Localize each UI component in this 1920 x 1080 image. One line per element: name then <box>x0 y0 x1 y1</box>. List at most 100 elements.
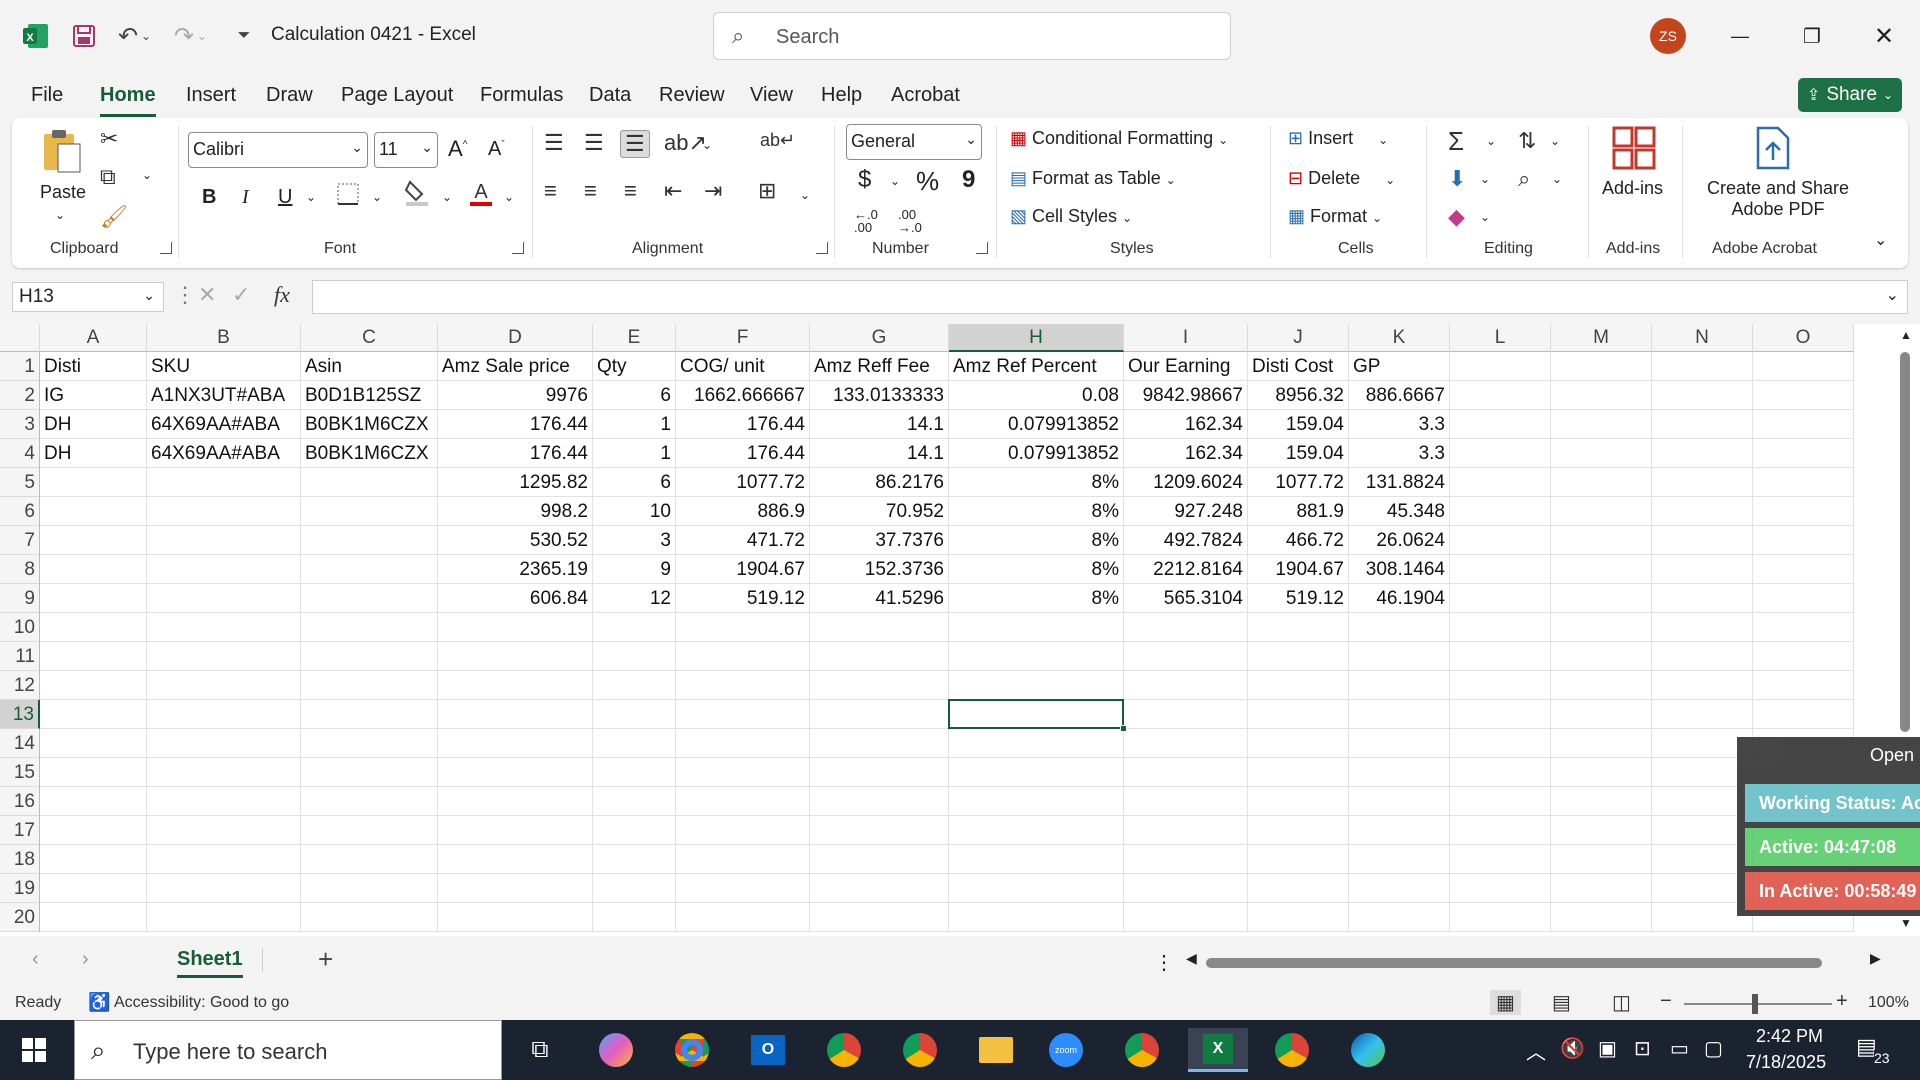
zoom-in-icon[interactable]: + <box>1836 990 1848 1013</box>
cell-l4[interactable] <box>1450 439 1551 468</box>
comma-style-button[interactable]: 9 <box>962 166 975 194</box>
cell-j6[interactable]: 881.9 <box>1248 497 1349 526</box>
chevron-down-icon[interactable]: ⌄ <box>306 190 316 204</box>
align-right-icon[interactable]: ≡ <box>624 178 637 204</box>
cell-a13[interactable] <box>40 700 147 729</box>
row-header-5[interactable]: 5 <box>0 468 40 497</box>
column-header-m[interactable]: M <box>1551 324 1652 352</box>
clear-icon[interactable]: ◆ <box>1448 204 1465 230</box>
cell-i16[interactable] <box>1124 787 1248 816</box>
chevron-down-icon[interactable]: ⌄ <box>1480 172 1490 186</box>
cell-g20[interactable] <box>810 903 949 932</box>
battery-icon[interactable]: ▭ <box>1670 1036 1689 1061</box>
search-input[interactable]: ⌕ Search <box>713 12 1231 60</box>
cell-l10[interactable] <box>1450 613 1551 642</box>
page-layout-view-icon[interactable]: ▤ <box>1552 990 1571 1015</box>
cell-e17[interactable] <box>593 816 676 845</box>
cell-n9[interactable] <box>1652 584 1753 613</box>
cell-h15[interactable] <box>949 758 1124 787</box>
align-middle-icon[interactable]: ☰ <box>584 130 604 156</box>
cell-a9[interactable] <box>40 584 147 613</box>
cell-d3[interactable]: 176.44 <box>438 410 593 439</box>
cell-c1[interactable]: Asin <box>301 352 438 381</box>
cell-h8[interactable]: 8% <box>949 555 1124 584</box>
cell-j2[interactable]: 8956.32 <box>1248 381 1349 410</box>
cell-e18[interactable] <box>593 845 676 874</box>
chrome-icon[interactable] <box>820 1028 868 1072</box>
sort-filter-icon[interactable]: ⇅ <box>1518 128 1536 154</box>
chevron-down-icon[interactable]: ⌄ <box>442 190 452 204</box>
cell-m8[interactable] <box>1551 555 1652 584</box>
cell-g13[interactable] <box>810 700 949 729</box>
cell-o2[interactable] <box>1753 381 1854 410</box>
cell-g10[interactable] <box>810 613 949 642</box>
cell-l9[interactable] <box>1450 584 1551 613</box>
customize-qat-icon[interactable]: ⏷ <box>226 18 262 54</box>
font-color-icon[interactable]: A <box>468 178 494 214</box>
cell-a15[interactable] <box>40 758 147 787</box>
cell-g12[interactable] <box>810 671 949 700</box>
cell-l16[interactable] <box>1450 787 1551 816</box>
chevron-down-icon[interactable]: ⌄ <box>372 190 382 204</box>
cell-m14[interactable] <box>1551 729 1652 758</box>
scroll-down-icon[interactable]: ▼ <box>1900 916 1912 930</box>
cell-m19[interactable] <box>1551 874 1652 903</box>
cell-d13[interactable] <box>438 700 593 729</box>
cell-b14[interactable] <box>147 729 301 758</box>
cell-j1[interactable]: Disti Cost <box>1248 352 1349 381</box>
percent-button[interactable]: % <box>916 166 939 197</box>
cell-b20[interactable] <box>147 903 301 932</box>
zoom-level[interactable]: 100% <box>1868 994 1909 1012</box>
cell-l7[interactable] <box>1450 526 1551 555</box>
format-painter-icon[interactable]: 🖌 <box>100 204 128 230</box>
column-header-l[interactable]: L <box>1450 324 1551 352</box>
row-header-14[interactable]: 14 <box>0 729 40 758</box>
cell-d7[interactable]: 530.52 <box>438 526 593 555</box>
cell-d8[interactable]: 2365.19 <box>438 555 593 584</box>
cell-b18[interactable] <box>147 845 301 874</box>
cancel-icon[interactable]: ✕ <box>198 282 216 308</box>
chevron-down-icon[interactable]: ⌄ <box>142 168 152 182</box>
cell-d10[interactable] <box>438 613 593 642</box>
chevron-down-icon[interactable]: ⌄ <box>1552 172 1562 186</box>
cell-j13[interactable] <box>1248 700 1349 729</box>
cell-o9[interactable] <box>1753 584 1854 613</box>
prev-sheet-icon[interactable]: ‹ <box>32 948 39 971</box>
cell-i20[interactable] <box>1124 903 1248 932</box>
tab-home[interactable]: Home <box>100 84 156 117</box>
column-header-i[interactable]: I <box>1124 324 1248 352</box>
cell-n11[interactable] <box>1652 642 1753 671</box>
cell-a7[interactable] <box>40 526 147 555</box>
chevron-down-icon[interactable]: ⌄ <box>1480 210 1490 224</box>
cell-h13[interactable] <box>949 700 1124 729</box>
file-explorer-icon[interactable] <box>972 1028 1020 1072</box>
scroll-up-icon[interactable]: ▲ <box>1900 328 1912 342</box>
paste-label[interactable]: Paste <box>40 182 86 203</box>
tab-review[interactable]: Review <box>659 84 725 107</box>
cell-h12[interactable] <box>949 671 1124 700</box>
cell-c18[interactable] <box>301 845 438 874</box>
cell-e19[interactable] <box>593 874 676 903</box>
align-center-icon[interactable]: ≡ <box>584 178 597 204</box>
chrome-icon[interactable] <box>896 1028 944 1072</box>
cell-n5[interactable] <box>1652 468 1753 497</box>
cell-n4[interactable] <box>1652 439 1753 468</box>
cell-k20[interactable] <box>1349 903 1450 932</box>
cell-m9[interactable] <box>1551 584 1652 613</box>
cell-o13[interactable] <box>1753 700 1854 729</box>
format-cells-button[interactable]: ▦ Format ⌄ <box>1288 206 1382 227</box>
cell-m15[interactable] <box>1551 758 1652 787</box>
cell-e5[interactable]: 6 <box>593 468 676 497</box>
cell-i4[interactable]: 162.34 <box>1124 439 1248 468</box>
cell-f2[interactable]: 1662.666667 <box>676 381 810 410</box>
cell-m17[interactable] <box>1551 816 1652 845</box>
cell-h2[interactable]: 0.08 <box>949 381 1124 410</box>
cell-d19[interactable] <box>438 874 593 903</box>
row-header-8[interactable]: 8 <box>0 555 40 584</box>
cell-k11[interactable] <box>1349 642 1450 671</box>
zoom-slider-thumb[interactable] <box>1752 994 1758 1014</box>
cell-g9[interactable]: 41.5296 <box>810 584 949 613</box>
cell-o7[interactable] <box>1753 526 1854 555</box>
cell-i6[interactable]: 927.248 <box>1124 497 1248 526</box>
cell-e12[interactable] <box>593 671 676 700</box>
